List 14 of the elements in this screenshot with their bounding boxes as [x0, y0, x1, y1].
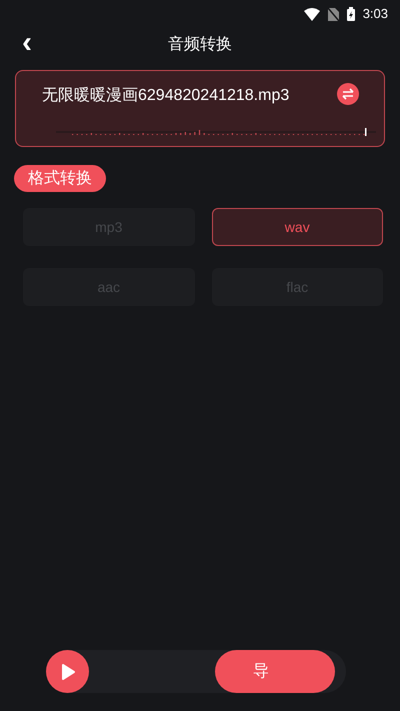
play-icon — [60, 662, 76, 680]
status-time: 3:03 — [362, 5, 388, 24]
file-name: 无限暖暖漫画6294820241218.mp3 — [42, 86, 290, 106]
battery-icon — [346, 7, 355, 21]
swap-button[interactable] — [337, 83, 359, 105]
section-tag: 格式转换 — [14, 165, 106, 192]
swap-icon — [342, 88, 354, 100]
no-sim-icon — [328, 8, 339, 20]
back-button[interactable]: ‹ — [22, 28, 32, 58]
page-title: 音频转换 — [168, 34, 232, 55]
play-button[interactable] — [46, 650, 89, 693]
wifi-icon — [304, 8, 320, 20]
export-button[interactable]: 导 — [215, 650, 335, 693]
format-option[interactable]: wav — [212, 208, 383, 246]
